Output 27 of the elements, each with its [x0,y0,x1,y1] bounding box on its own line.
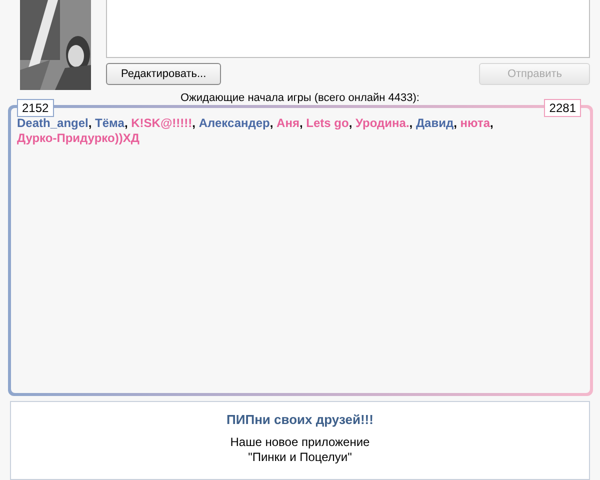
player-link[interactable]: нюта [460,116,490,130]
promo-text: Наше новое приложение [230,435,370,450]
player-link[interactable]: Давид [416,116,454,130]
player-count: 2281 [544,99,581,118]
player-link[interactable]: Lets go [306,116,349,130]
comma: , [124,116,128,130]
promo-title: ПИПни своих друзей!!! [226,412,374,428]
comma: , [490,116,494,130]
promo-text: "Пинки и Поцелуи" [248,450,352,466]
comma: , [88,116,92,130]
player-link[interactable]: Дурко-Придурко))ХД [17,131,140,146]
comma: , [299,116,303,130]
player-link[interactable]: Уродина. [356,116,410,130]
player-count: 2152 [17,99,54,118]
comma: , [454,116,457,130]
player-link[interactable]: Тёма [95,116,124,130]
comma: , [409,116,413,130]
player-link[interactable]: Александер [198,116,270,130]
comma: , [270,116,274,130]
player-link[interactable]: K!SK@!!!!! [131,116,192,130]
waiting-caption: Ожидающие начала игры (всего онлайн 4433): [180,92,420,106]
comma: , [192,116,196,130]
message-field[interactable] [106,0,590,58]
player-link[interactable]: Death_angel [17,116,88,130]
comma: , [348,116,352,130]
player-link[interactable]: Аня [276,116,300,130]
edit-button[interactable]: Редактировать... [106,63,222,85]
